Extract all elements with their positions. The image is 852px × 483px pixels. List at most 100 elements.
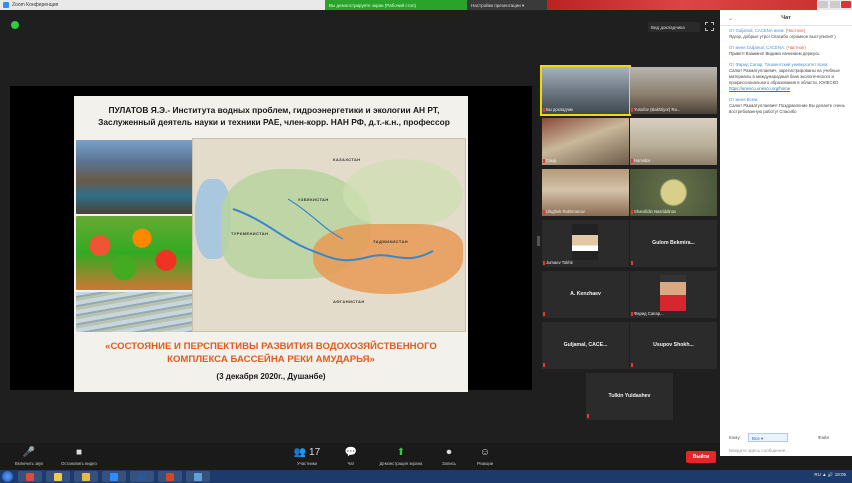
chat-title: Чат [781,15,791,21]
chat-recipient-label: Кому: [729,435,742,440]
sharing-banner[interactable]: Вы демонстрируете экран (Рабочий стол) [325,0,467,10]
stop-share-bar[interactable] [547,0,817,10]
message-link[interactable]: https://unesco.unesco.org/home [729,86,790,91]
participant-tile[interactable]: Usupov Shokh... [630,322,717,369]
message-sender: От меня Guljamal, CACENA: [729,45,786,50]
vegetables-photo [76,216,196,290]
muted-mic-icon [543,210,545,214]
title-bar: Zoom Конференция Вы демонстрируете экран… [0,0,852,10]
leave-meeting-button[interactable]: Выйти [686,451,716,463]
private-tag: (Частное) [785,28,806,33]
message-text: Ядгор, добрые утро! Спасибо огромное выс… [729,34,836,39]
participant-name: Yusufov (Bakhtiyor) Ra... [634,107,681,112]
participant-name: A. Kenzhaev [570,291,601,297]
taskbar-app-other[interactable] [186,471,210,482]
participant-tile[interactable]: Guljamal, CACE... [542,322,629,369]
view-mode-button[interactable]: Вид докладчика [648,22,700,32]
close-button[interactable] [841,1,851,8]
muted-mic-icon [631,108,633,112]
muted-mic-icon [631,261,633,265]
chat-message: От Guljamal, CACENA всем: (Частное) Ядго… [729,28,847,40]
taskbar-app-explorer[interactable] [46,471,70,482]
toolbar-label: Включить звук [15,461,43,466]
map-label: КАЗАХСТАН [333,157,361,162]
maximize-button[interactable] [830,1,840,8]
participant-tile[interactable]: Ulugbek Rakhmanov [542,169,629,216]
irrigated-fields-photo [76,292,196,332]
mountains-reservoir-photo [76,140,196,214]
participant-name: Hamidov [634,158,651,163]
participants-icon: 👥 17 [293,447,321,458]
participant-tile[interactable]: Sharofidin Nasriddinov [630,169,717,216]
security-shield-icon[interactable] [11,21,19,29]
map-label: АФГАНИСТАН [333,299,365,304]
participant-tile[interactable]: Вы докладчик [540,65,631,116]
participants-button[interactable]: 👥 17 Участники [282,447,332,466]
minimize-button[interactable] [818,1,828,8]
map-label: ТАДЖИКИСТАН [373,239,409,244]
chat-message-input[interactable]: Введите здесь сообщение... [729,448,845,460]
participant-tile[interactable]: A. Kenzhaev [542,271,629,318]
message-sender: От Guljamal, CACENA всем: [729,28,785,33]
participant-tile[interactable]: Gulom Bekmira... [630,220,717,267]
participant-tile[interactable]: Hamidov [630,118,717,165]
participant-name: Sharofidin Nasriddinov [634,209,677,214]
message-text: Салют Разматуллаевич! Поздравление Вы де… [729,103,845,114]
message-text: Привет! Взаимно! Видимо начинаем держусь [729,51,820,56]
muted-mic-icon [543,363,545,367]
slide-date: (3 декабря 2020г., Душанбе) [216,372,326,381]
os-taskbar: RU ▲ 🔊 18:05 [0,470,852,483]
participant-name: Ulugbek Rakhmanov [546,209,585,214]
gallery-resize-handle[interactable] [537,236,540,246]
participant-name: Вы докладчик [546,107,574,112]
map-label: УЗБЕКИСТАН [298,197,329,202]
toolbar-label: Демонстрация экрана [379,461,423,466]
taskbar-app-powerpoint[interactable] [158,471,182,482]
chat-file-button[interactable]: Файл [818,435,829,440]
zoom-app-icon [3,2,9,8]
smiley-icon: ☺ [479,447,491,458]
muted-mic-icon [631,363,633,367]
participant-tile[interactable]: Фарид Сапар... [630,271,717,318]
taskbar-app-zoom[interactable] [102,471,126,482]
message-sender: От Фарид Сапар, Ташкентский университет … [729,62,829,67]
system-tray-clock: RU ▲ 🔊 18:05 [814,472,846,477]
participant-name: Саид [546,158,557,163]
participant-name: Фарид Сапар... [634,311,664,316]
chat-panel: ⌄ Чат От Guljamal, CACENA всем: (Частное… [720,10,852,456]
share-settings-button[interactable]: Настройки презентации ▾ [467,0,547,10]
shared-screen: ПУЛАТОВ Я.Э.- Института водных проблем, … [10,86,532,392]
amudarya-basin-map: КАЗАХСТАН УЗБЕКИСТАН ТУРКМЕНИСТАН ТАДЖИК… [192,138,466,332]
taskbar-app-folder[interactable] [74,471,98,482]
stop-video-button[interactable]: ■ Остановить видео [54,447,104,466]
participant-tile[interactable]: Tulkin Yuldashev [586,373,673,420]
toolbar-label: Участники [296,461,317,466]
chat-button[interactable]: 💬 Чат [326,447,376,466]
muted-mic-icon [543,159,545,163]
chat-header: ⌄ Чат [720,10,852,26]
reactions-button[interactable]: ☺ Реакции [460,447,510,466]
muted-mic-icon [543,261,545,265]
chat-message: От Фарид Сапар, Ташкентский университет … [729,62,847,92]
slide-title: «СОСТОЯНИЕ И ПЕРСПЕКТИВЫ РАЗВИТИЯ ВОДОХО… [105,341,437,365]
unmute-button[interactable]: 🎤 Включить звук [4,447,54,466]
message-text: Салют Разматуллаевич, зарегистрированы н… [729,68,840,85]
video-camera-icon: ■ [75,447,83,458]
window-title: Zoom Конференция [12,2,59,8]
chat-message: От меня Guljamal, CACENA: (Частное) Прив… [729,45,847,57]
participant-photo [660,275,686,311]
taskbar-app-chrome[interactable] [18,471,42,482]
fullscreen-icon[interactable] [705,22,714,31]
meeting-toolbar: 🎤 Включить звук ■ Остановить видео 👥 17 … [0,443,720,470]
participant-tile[interactable]: Yusufov (Bakhtiyor) Ra... [630,67,717,114]
share-screen-button[interactable]: ⬆ Демонстрация экрана [376,447,426,466]
participant-name: Jumaev Tokhir [546,260,573,265]
start-button-icon[interactable] [2,471,13,482]
taskbar-app-word[interactable] [130,471,154,482]
chat-recipient-select[interactable]: Все ▾ [748,433,788,442]
participant-tile[interactable]: Jumaev Tokhir [542,220,629,267]
chat-messages: От Guljamal, CACENA всем: (Частное) Ядго… [729,28,847,120]
participant-tile[interactable]: Саид [542,118,629,165]
toolbar-label: Остановить видео [61,461,97,466]
participant-name: Tulkin Yuldashev [608,393,651,399]
